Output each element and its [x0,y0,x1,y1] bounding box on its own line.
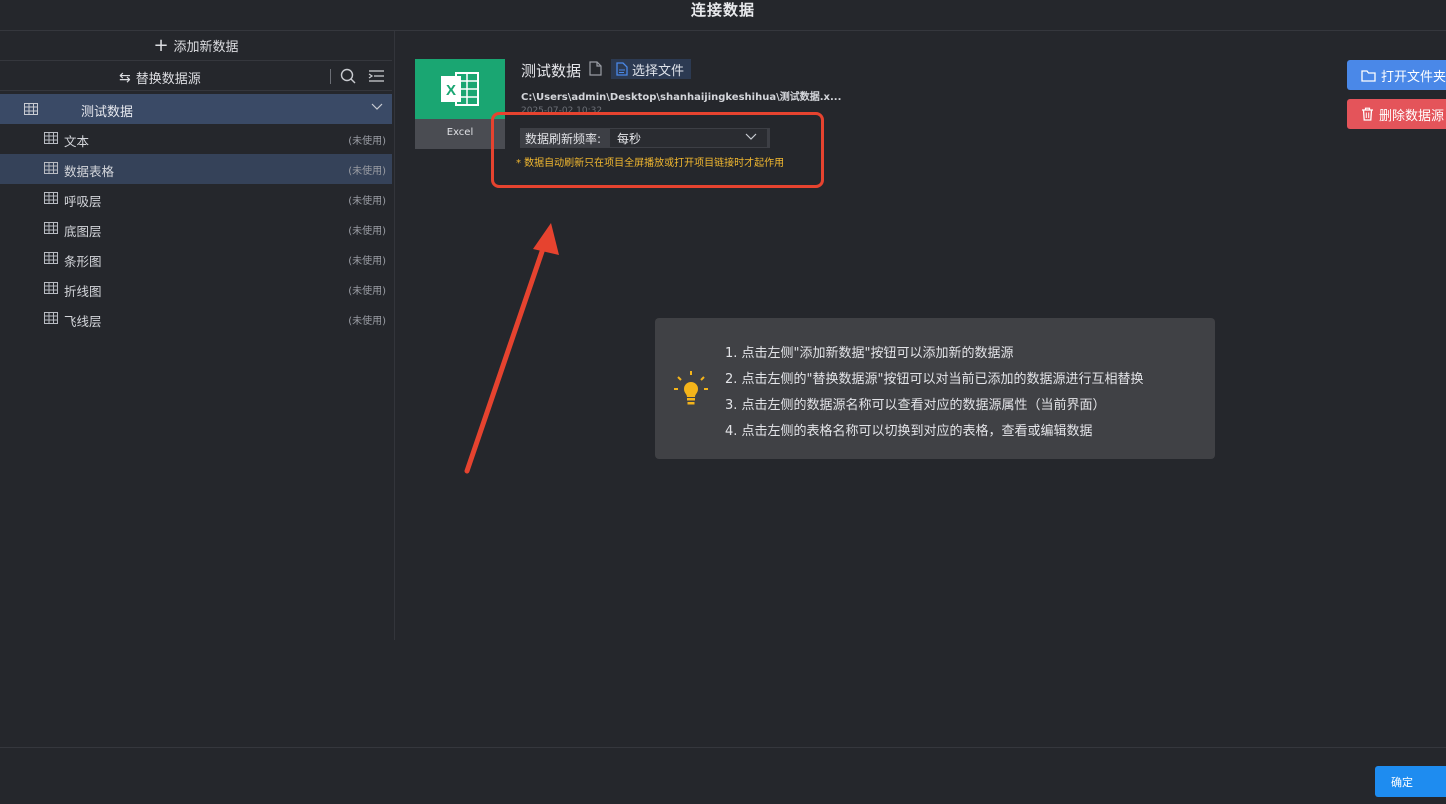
table-name: 文本 [64,134,90,149]
annotation-highlight-box [491,112,824,188]
delete-source-button[interactable]: 删除数据源 [1347,99,1446,129]
table-item[interactable]: 数据表格 (未使用) [0,154,392,184]
tip-2: 2. 点击左侧的"替换数据源"按钮可以对当前已添加的数据源进行互相替换 [725,372,1144,387]
open-folder-button[interactable]: 打开文件夹 [1347,60,1446,90]
table-name: 飞线层 [64,314,102,329]
delete-source-label: 删除数据源 [1379,108,1445,124]
swap-icon: ⇆ [119,69,131,86]
table-icon [44,192,58,204]
file-path: C:\Users\admin\Desktop\shanhaijingkeshih… [521,92,842,103]
tip-3: 3. 点击左侧的数据源名称可以查看对应的数据源属性（当前界面） [725,398,1106,413]
table-icon [44,132,58,144]
table-icon [44,252,58,264]
table-icon [44,282,58,294]
chevron-down-icon[interactable] [371,103,383,111]
table-status: (未使用) [348,196,386,207]
filter-list-icon[interactable] [368,68,385,84]
add-data-label: 添加新数据 [173,40,239,55]
tip-4: 4. 点击左侧的表格名称可以切换到对应的表格，查看或编辑数据 [725,424,1093,439]
table-item[interactable]: 呼吸层 (未使用) [0,184,392,214]
window-title: 连接数据 [690,1,755,19]
divider [330,69,331,84]
data-source-name: 测试数据 [81,105,134,120]
excel-icon: X [441,72,479,106]
lightbulb-icon [674,371,708,405]
table-item[interactable]: 飞线层 (未使用) [0,304,392,334]
title-bar: 连接数据 [0,0,1446,31]
table-icon [24,103,38,115]
table-item[interactable]: 条形图 (未使用) [0,244,392,274]
table-status: (未使用) [348,256,386,267]
replace-row: ⇆ 替换数据源 [0,61,392,91]
replace-source-button[interactable]: ⇆ 替换数据源 [119,68,201,88]
table-status: (未使用) [348,136,386,147]
open-folder-label: 打开文件夹 [1381,69,1446,85]
folder-icon [1361,69,1376,82]
footer-divider [0,747,1446,748]
table-status: (未使用) [348,316,386,327]
tips-panel: 1. 点击左侧"添加新数据"按钮可以添加新的数据源 2. 点击左侧的"替换数据源… [655,318,1215,459]
table-name: 折线图 [64,284,102,299]
table-name: 底图层 [64,224,102,239]
table-name: 数据表格 [64,164,115,179]
confirm-button[interactable]: 确定 [1375,766,1446,797]
table-name: 呼吸层 [64,194,102,209]
add-data-button[interactable]: + 添加新数据 [0,31,392,61]
table-status: (未使用) [348,226,386,237]
excel-logo: X [415,59,505,119]
sidebar: + 添加新数据 ⇆ 替换数据源 测试数据 文本 (未使用) 数据表格 (未使用)… [0,31,395,640]
choose-file-label: 选择文件 [632,63,685,79]
table-icon [44,162,58,174]
document-icon [616,62,628,76]
choose-file-button[interactable]: 选择文件 [611,59,691,79]
table-status: (未使用) [348,286,386,297]
data-source-title: 测试数据 [521,62,582,80]
search-icon[interactable] [340,68,356,84]
table-status: (未使用) [348,166,386,177]
table-item[interactable]: 底图层 (未使用) [0,214,392,244]
rename-file-icon[interactable] [589,61,602,76]
table-item[interactable]: 折线图 (未使用) [0,274,392,304]
table-name: 条形图 [64,254,102,269]
table-icon [44,222,58,234]
tip-1: 1. 点击左侧"添加新数据"按钮可以添加新的数据源 [725,346,1014,361]
svg-text:X: X [446,82,456,99]
plus-icon: + [153,34,169,56]
trash-icon [1362,107,1373,121]
annotation-arrow [464,223,559,474]
table-item[interactable]: 文本 (未使用) [0,124,392,154]
data-source-item[interactable]: 测试数据 [0,94,392,124]
replace-source-label: 替换数据源 [135,72,201,87]
confirm-label: 确定 [1391,775,1413,789]
table-icon [44,312,58,324]
